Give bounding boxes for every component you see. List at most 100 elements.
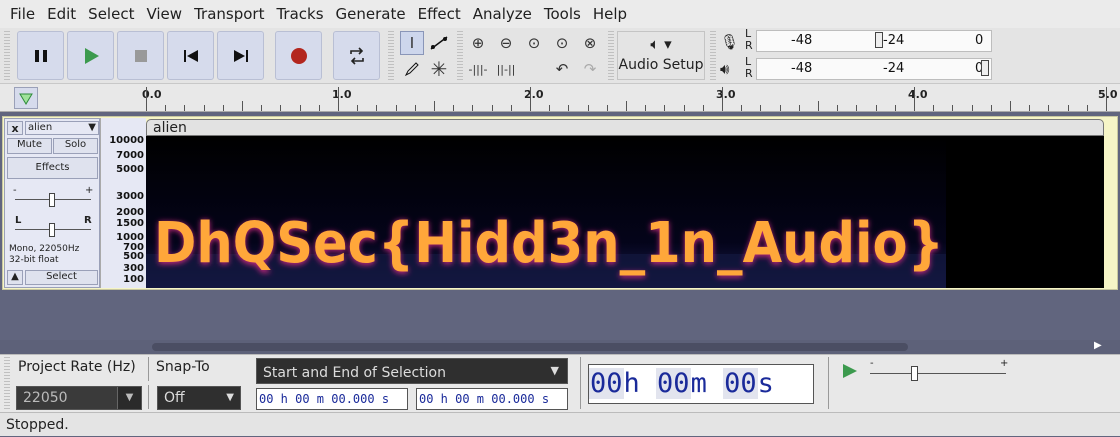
- selection-start-time[interactable]: 00 h 00 m 00.000 s: [256, 388, 408, 410]
- ruler-tick: [914, 87, 915, 111]
- empty-track-area[interactable]: [0, 290, 1120, 340]
- redo-button[interactable]: ↷: [578, 57, 602, 81]
- undo-button[interactable]: ↶: [550, 57, 574, 81]
- toolbar-grip[interactable]: [4, 31, 10, 81]
- undo-icon: ↶: [555, 60, 569, 78]
- timeline-ruler[interactable]: 0.0 1.0 2.0 3.0 4.0 5.0: [0, 84, 1120, 112]
- record-button[interactable]: [275, 31, 322, 80]
- zoom-out-button[interactable]: ⊖: [494, 31, 518, 55]
- select-track-button[interactable]: Select: [25, 270, 98, 285]
- menu-view[interactable]: View: [140, 5, 188, 23]
- multi-tool[interactable]: ✳: [427, 57, 451, 81]
- play-meter-lr: LR: [745, 55, 753, 80]
- frequency-scale[interactable]: 10000 7000 5000 3000 2000 1500 1000 700 …: [100, 118, 146, 288]
- time-hours: 00: [589, 368, 624, 399]
- record-level-slider[interactable]: [875, 32, 883, 48]
- selection-toolbar-grip[interactable]: [4, 357, 10, 409]
- selection-tool[interactable]: I: [400, 31, 424, 55]
- menu-help[interactable]: Help: [587, 5, 633, 23]
- play-speed-slider[interactable]: [911, 366, 918, 381]
- chevron-down-icon[interactable]: ▼: [117, 387, 141, 409]
- menu-select[interactable]: Select: [82, 5, 140, 23]
- pan-slider[interactable]: [49, 223, 55, 237]
- time-minutes: 00: [656, 368, 691, 399]
- ruler-tick: [242, 101, 243, 111]
- loop-button[interactable]: [333, 31, 380, 80]
- scrollbar-thumb[interactable]: [152, 343, 908, 351]
- scale-label: 100: [123, 274, 144, 285]
- loop-icon: [349, 46, 364, 65]
- audio-setup-button[interactable]: 🔈︎ ▾ Audio Setup: [617, 31, 705, 80]
- skip-to-end-button[interactable]: [217, 31, 264, 80]
- speaker-icon[interactable]: 🔊︎: [720, 60, 729, 78]
- mute-button[interactable]: Mute: [7, 138, 52, 154]
- playback-level-slider[interactable]: [981, 60, 989, 76]
- project-rate-field[interactable]: 22050 ▼: [16, 386, 142, 410]
- divider: [148, 385, 149, 409]
- timeline-options-button[interactable]: [14, 87, 38, 109]
- edit-grip[interactable]: [457, 31, 463, 81]
- effects-button[interactable]: Effects: [7, 157, 98, 179]
- ruler-tick: [472, 105, 474, 111]
- audio-setup-grip[interactable]: [608, 31, 614, 81]
- horizontal-scrollbar[interactable]: ▶: [0, 340, 1120, 354]
- selection-mode-select[interactable]: Start and End of Selection ▼: [256, 358, 568, 384]
- collapse-track-button[interactable]: ▲: [7, 270, 23, 285]
- fit-project-button[interactable]: ⊙: [550, 31, 574, 55]
- triangle-down-icon: [19, 93, 33, 105]
- menu-analyze[interactable]: Analyze: [467, 5, 538, 23]
- menu-generate[interactable]: Generate: [330, 5, 412, 23]
- skip-end-icon: [233, 49, 248, 62]
- menu-edit[interactable]: Edit: [41, 5, 82, 23]
- draw-tool[interactable]: [400, 57, 424, 81]
- skip-to-start-button[interactable]: [167, 31, 214, 80]
- clip-header[interactable]: alien: [146, 119, 1104, 136]
- ruler-tick: [683, 105, 685, 111]
- snap-to-value: Off: [164, 390, 185, 406]
- gain-slider[interactable]: [49, 193, 55, 207]
- ruler-tick: [837, 105, 839, 111]
- stop-icon: [134, 49, 147, 62]
- chevron-right-icon[interactable]: ▶: [1094, 340, 1102, 351]
- spectrogram[interactable]: DhQSec{Hidd3n_1n_Audio} DhQSec{Hidd3n_1n…: [146, 136, 1104, 288]
- tools-grip[interactable]: [388, 31, 394, 81]
- ruler-tick: [530, 87, 531, 111]
- menu-effect[interactable]: Effect: [412, 5, 467, 23]
- track-name: alien: [28, 122, 53, 133]
- menu-file[interactable]: File: [4, 5, 41, 23]
- microphone-icon[interactable]: 🎙︎: [720, 33, 739, 51]
- fit-selection-button[interactable]: ⊙: [522, 31, 546, 55]
- solo-button[interactable]: Solo: [53, 138, 98, 154]
- meter-grip[interactable]: [710, 31, 716, 81]
- play-button[interactable]: [67, 31, 114, 80]
- pause-button[interactable]: [17, 31, 64, 80]
- envelope-tool[interactable]: [427, 31, 451, 55]
- ruler-tick: [664, 105, 666, 111]
- project-rate-value: 22050: [23, 390, 68, 406]
- ruler-tick: [299, 105, 301, 111]
- ruler-tick: [549, 105, 551, 111]
- zoom-in-button[interactable]: ⊕: [466, 31, 490, 55]
- silence-button[interactable]: ||-||: [494, 57, 518, 81]
- record-meter-tick: 0: [975, 33, 984, 48]
- zoom-toggle-button[interactable]: ⊗: [578, 31, 602, 55]
- ruler-tick: [203, 105, 205, 111]
- ruler-tick: [1029, 105, 1031, 111]
- stop-button[interactable]: [117, 31, 164, 80]
- play-at-speed-button[interactable]: [838, 361, 860, 385]
- close-track-button[interactable]: x: [7, 121, 23, 135]
- menu-tools[interactable]: Tools: [538, 5, 587, 23]
- ruler-label: 4.0: [908, 88, 928, 101]
- scale-label: 500: [123, 251, 144, 262]
- ruler-tick: [1067, 105, 1069, 111]
- menu-transport[interactable]: Transport: [188, 5, 270, 23]
- trim-button[interactable]: -|||-: [466, 57, 490, 81]
- track-name-menu[interactable]: alien ▼: [25, 121, 99, 135]
- menu-tracks[interactable]: Tracks: [270, 5, 329, 23]
- audio-position-time[interactable]: 00h 00m 00s: [588, 364, 814, 404]
- snap-to-select[interactable]: Off ▼: [157, 386, 241, 410]
- ruler-tick: [165, 105, 167, 111]
- ruler-tick: [376, 105, 378, 111]
- ruler-label: 1.0: [332, 88, 352, 101]
- selection-end-time[interactable]: 00 h 00 m 00.000 s: [416, 388, 568, 410]
